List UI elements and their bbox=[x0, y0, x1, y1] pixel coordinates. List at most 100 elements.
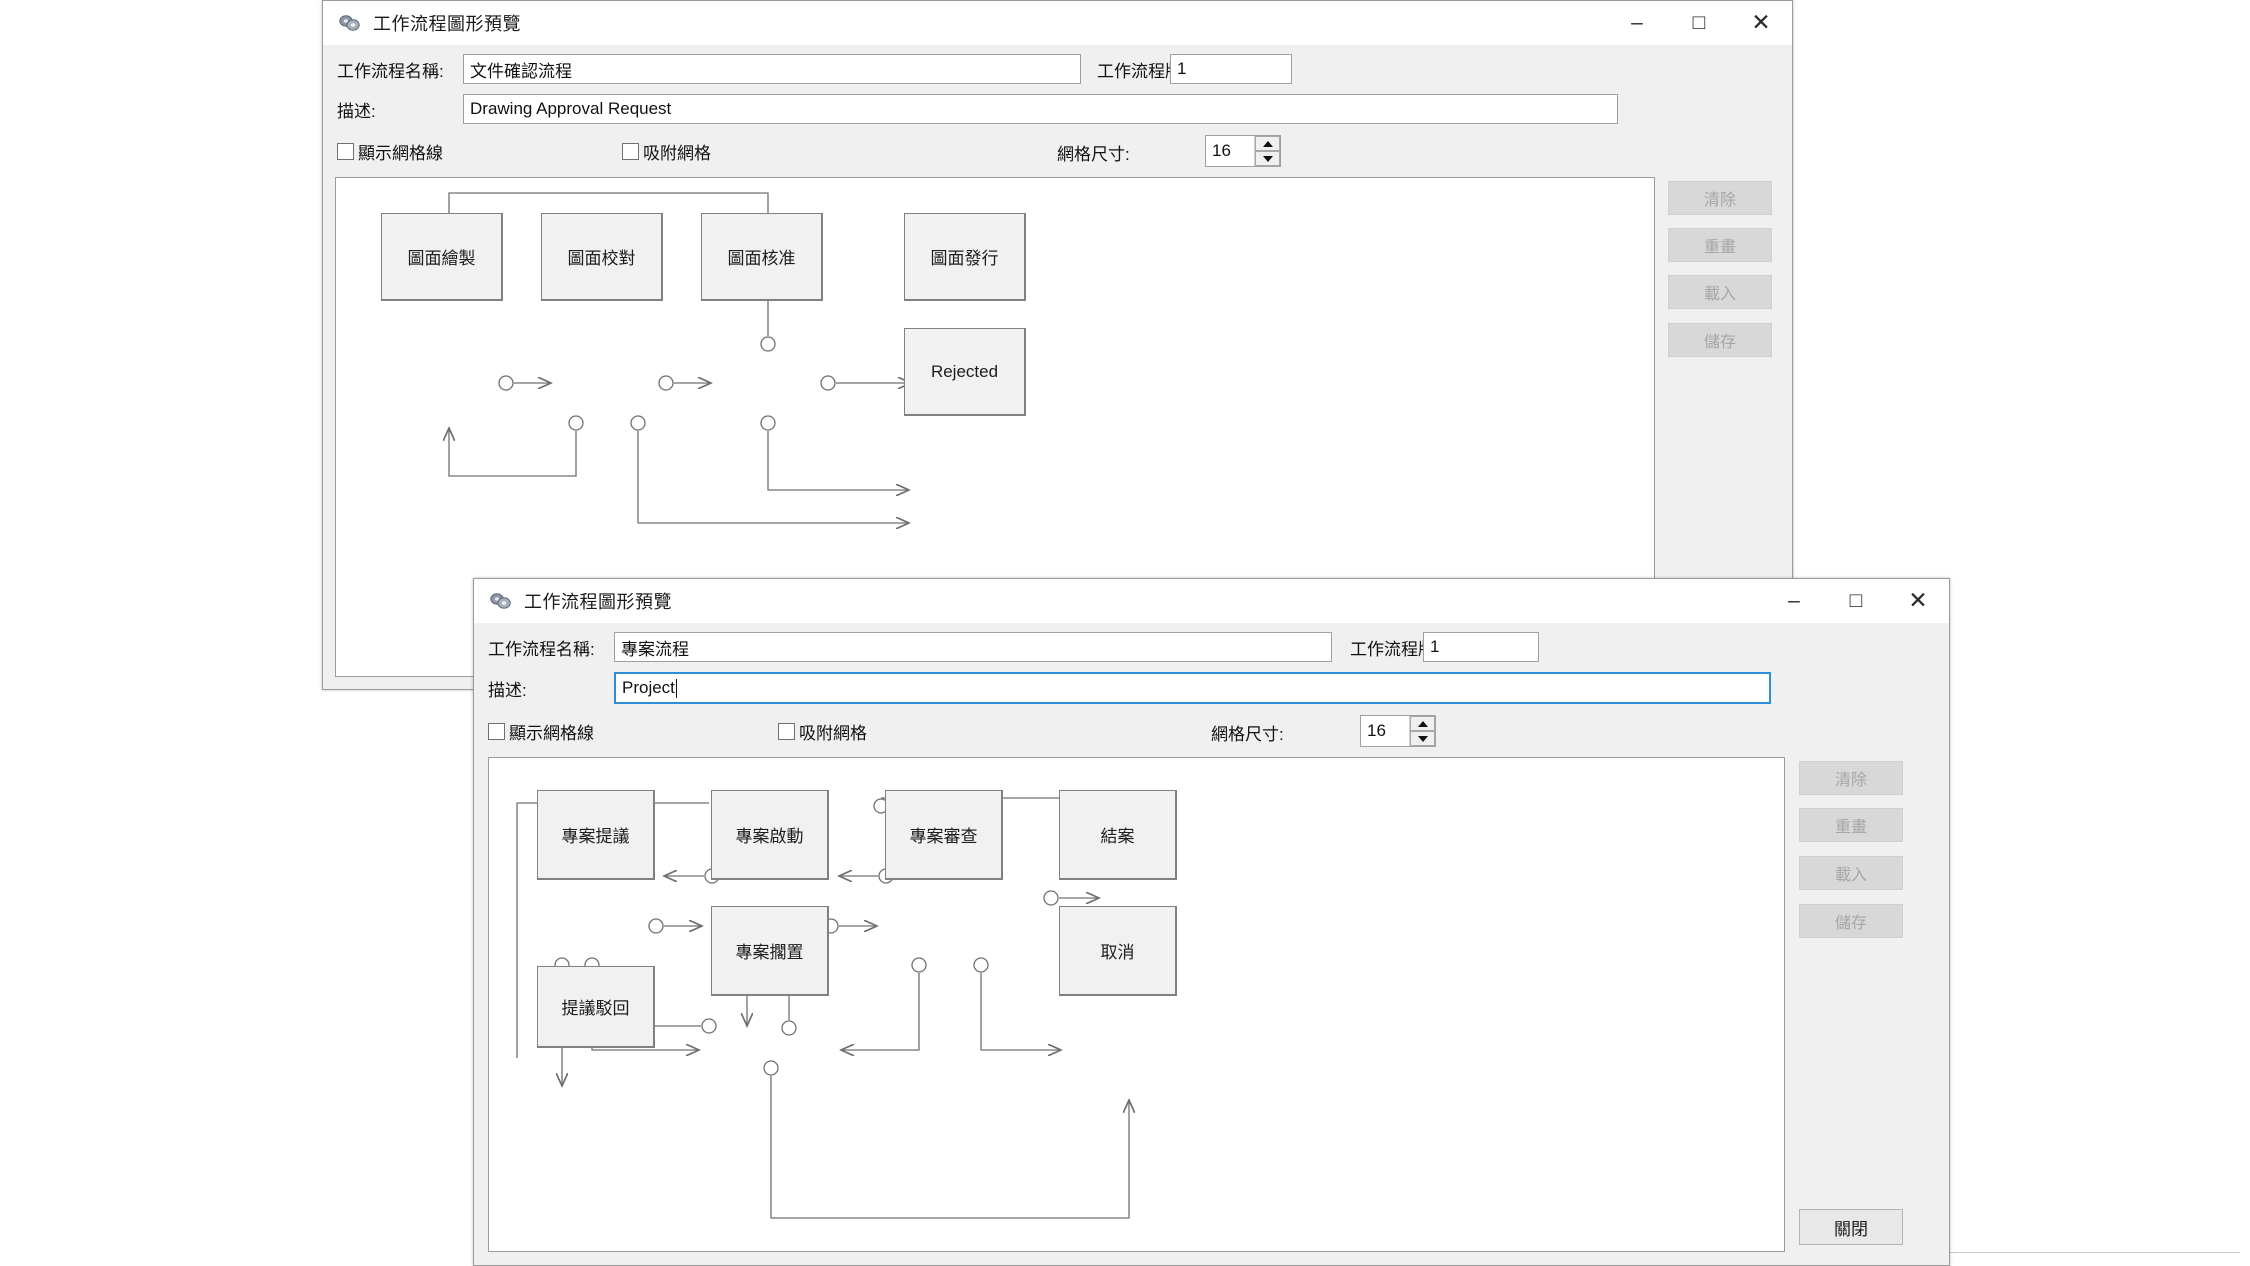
titlebar[interactable]: 工作流程圖形預覽 – □ ✕ bbox=[474, 579, 1949, 623]
description-label: 描述: bbox=[488, 680, 527, 700]
diagram-node[interactable]: 取消 bbox=[1059, 906, 1177, 996]
minimize-button[interactable]: – bbox=[1606, 1, 1668, 45]
description-label: 描述: bbox=[337, 101, 376, 121]
grid-size-value[interactable]: 16 bbox=[1361, 716, 1409, 746]
workflow-version-input[interactable]: 1 bbox=[1170, 54, 1292, 84]
show-grid-label: 顯示網格線 bbox=[358, 144, 443, 163]
window-workflow-preview-project[interactable]: 工作流程圖形預覽 – □ ✕ 工作流程名稱: 專案流程 工作流程版 1 描述: … bbox=[473, 578, 1950, 1266]
caret-down-icon bbox=[1417, 735, 1428, 742]
workflow-version-input[interactable]: 1 bbox=[1423, 632, 1539, 662]
close-icon[interactable]: ✕ bbox=[1730, 1, 1792, 45]
clear-button[interactable]: 清除 bbox=[1668, 181, 1772, 215]
diagram-node[interactable]: 結案 bbox=[1059, 790, 1177, 880]
workflow-version-value: 1 bbox=[1430, 637, 1440, 656]
description-row: 描述: Drawing Approval Request bbox=[337, 93, 1777, 125]
text-caret bbox=[675, 678, 677, 698]
workflow-name-input[interactable]: 文件確認流程 bbox=[463, 54, 1081, 84]
workflow-name-input[interactable]: 專案流程 bbox=[614, 632, 1332, 662]
clear-button[interactable]: 清除 bbox=[1799, 761, 1903, 795]
minimize-button[interactable]: – bbox=[1763, 579, 1825, 623]
diagram-node-label: 提議駁回 bbox=[561, 999, 630, 1018]
diagram-node[interactable]: 專案啟動 bbox=[711, 790, 829, 880]
redraw-button[interactable]: 重畫 bbox=[1799, 808, 1903, 842]
description-row: 描述: Project bbox=[488, 671, 1934, 705]
grid-size-label: 網格尺寸: bbox=[1057, 145, 1130, 164]
diagram-node-label: Rejected bbox=[930, 361, 999, 381]
load-button[interactable]: 載入 bbox=[1799, 856, 1903, 890]
workflow-gear-icon bbox=[339, 14, 360, 31]
spin-down-button[interactable] bbox=[1255, 151, 1280, 166]
show-grid-label: 顯示網格線 bbox=[509, 724, 594, 743]
save-button[interactable]: 儲存 bbox=[1668, 323, 1772, 357]
options-row: 顯示網格線 吸附網格 網格尺寸: 16 bbox=[488, 715, 1934, 749]
diagram-node-label: 專案擱置 bbox=[735, 943, 804, 962]
name-row: 工作流程名稱: 文件確認流程 工作流程版 1 bbox=[337, 53, 1777, 85]
spin-up-button[interactable] bbox=[1410, 716, 1435, 731]
close-icon[interactable]: ✕ bbox=[1887, 579, 1949, 623]
diagram-node-label: 圖面發行 bbox=[930, 249, 999, 268]
redraw-button[interactable]: 重畫 bbox=[1668, 228, 1772, 262]
diagram-node[interactable]: Rejected bbox=[904, 328, 1026, 416]
diagram-node-label: 取消 bbox=[1100, 943, 1135, 962]
diagram-node[interactable]: 提議駁回 bbox=[537, 966, 655, 1048]
diagram-node[interactable]: 圖面繪製 bbox=[381, 213, 503, 301]
caret-up-icon bbox=[1262, 140, 1273, 147]
diagram-node[interactable]: 專案擱置 bbox=[711, 906, 829, 996]
checkbox-box[interactable] bbox=[778, 723, 795, 740]
snap-grid-label: 吸附網格 bbox=[643, 144, 711, 163]
description-value: Project bbox=[622, 678, 675, 697]
snap-grid-checkbox[interactable]: 吸附網格 bbox=[622, 139, 711, 164]
caret-up-icon bbox=[1417, 720, 1428, 727]
diagram-node-label: 專案啟動 bbox=[735, 827, 804, 846]
diagram-node[interactable]: 專案提議 bbox=[537, 790, 655, 880]
workflow-gear-icon bbox=[490, 592, 511, 609]
close-button[interactable]: 關閉 bbox=[1799, 1209, 1903, 1245]
checkbox-box[interactable] bbox=[337, 143, 354, 160]
load-button[interactable]: 載入 bbox=[1668, 275, 1772, 309]
checkbox-box[interactable] bbox=[488, 723, 505, 740]
caret-down-icon bbox=[1262, 155, 1273, 162]
grid-size-label: 網格尺寸: bbox=[1211, 725, 1284, 744]
diagram-node-label: 圖面校對 bbox=[567, 249, 636, 268]
options-row: 顯示網格線 吸附網格 網格尺寸: 16 bbox=[337, 135, 1777, 169]
show-grid-checkbox[interactable]: 顯示網格線 bbox=[337, 139, 443, 164]
grid-size-spin-buttons[interactable] bbox=[1254, 136, 1280, 166]
grid-size-stepper[interactable]: 16 bbox=[1360, 715, 1436, 747]
description-input[interactable]: Project bbox=[614, 672, 1771, 704]
diagram-node[interactable]: 圖面發行 bbox=[904, 213, 1026, 301]
workflow-name-label: 工作流程名稱: bbox=[337, 61, 444, 81]
maximize-button[interactable]: □ bbox=[1668, 1, 1730, 45]
description-input[interactable]: Drawing Approval Request bbox=[463, 94, 1618, 124]
diagram-node[interactable]: 圖面校對 bbox=[541, 213, 663, 301]
save-button[interactable]: 儲存 bbox=[1799, 904, 1903, 938]
desktop: 工作流程圖形預覽 – □ ✕ 工作流程名稱: 文件確認流程 工作流程版 1 描述… bbox=[0, 0, 2250, 1266]
workflow-name-value: 文件確認流程 bbox=[470, 61, 572, 81]
workflow-name-label: 工作流程名稱: bbox=[488, 639, 595, 659]
diagram-node-label: 圖面核准 bbox=[727, 249, 796, 268]
titlebar[interactable]: 工作流程圖形預覽 – □ ✕ bbox=[323, 1, 1792, 45]
diagram-node-layer: 專案提議 專案啟動 專案審查 結案專案擱置 取消提議駁回 bbox=[489, 758, 1784, 1251]
diagram-canvas[interactable]: 專案提議 專案啟動 專案審查 結案專案擱置 取消提議駁回 bbox=[488, 757, 1785, 1252]
diagram-node-label: 專案提議 bbox=[561, 827, 630, 846]
name-row: 工作流程名稱: 專案流程 工作流程版 1 bbox=[488, 631, 1934, 663]
workflow-name-value: 專案流程 bbox=[621, 639, 689, 659]
window-title: 工作流程圖形預覽 bbox=[524, 591, 672, 612]
grid-size-value[interactable]: 16 bbox=[1206, 136, 1254, 166]
diagram-node-label: 圖面繪製 bbox=[407, 249, 476, 268]
workflow-version-value: 1 bbox=[1177, 59, 1187, 78]
grid-size-spin-buttons[interactable] bbox=[1409, 716, 1435, 746]
grid-size-stepper[interactable]: 16 bbox=[1205, 135, 1281, 167]
spin-down-button[interactable] bbox=[1410, 731, 1435, 746]
diagram-node-label: 專案審查 bbox=[909, 827, 978, 846]
window-title: 工作流程圖形預覽 bbox=[373, 13, 521, 34]
diagram-node[interactable]: 圖面核准 bbox=[701, 213, 823, 301]
show-grid-checkbox[interactable]: 顯示網格線 bbox=[488, 719, 594, 744]
diagram-node[interactable]: 專案審查 bbox=[885, 790, 1003, 880]
snap-grid-checkbox[interactable]: 吸附網格 bbox=[778, 719, 867, 744]
diagram-node-label: 結案 bbox=[1100, 827, 1135, 846]
maximize-button[interactable]: □ bbox=[1825, 579, 1887, 623]
spin-up-button[interactable] bbox=[1255, 136, 1280, 151]
snap-grid-label: 吸附網格 bbox=[799, 724, 867, 743]
checkbox-box[interactable] bbox=[622, 143, 639, 160]
description-value: Drawing Approval Request bbox=[470, 99, 672, 118]
